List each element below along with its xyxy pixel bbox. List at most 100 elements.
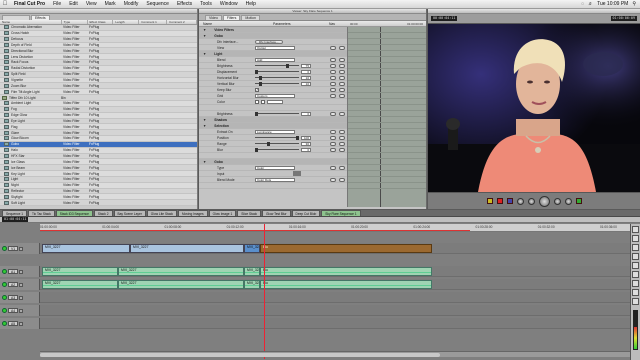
col-comment-2[interactable]: Comment 2	[167, 20, 197, 24]
param-checkbox[interactable]: ✓	[255, 87, 259, 92]
keyframe-button[interactable]	[339, 93, 345, 98]
audio-clip[interactable]: Blu	[260, 267, 432, 276]
track-visibility-icon[interactable]	[2, 282, 7, 287]
audio-clip[interactable]: Blu	[260, 280, 432, 289]
insert-button[interactable]	[496, 198, 503, 204]
param-dropdown[interactable]: Color	[255, 165, 295, 170]
color-swatch[interactable]	[267, 99, 283, 104]
reset-button[interactable]	[330, 45, 336, 50]
keyframe-button[interactable]	[339, 45, 345, 50]
slider-thumb[interactable]	[259, 81, 263, 86]
audio-clip[interactable]: MVI_3227	[42, 280, 118, 289]
track-select-tool-icon[interactable]	[632, 244, 639, 251]
reset-button[interactable]	[330, 57, 336, 62]
slider-thumb[interactable]	[255, 147, 258, 152]
menu-tools[interactable]: Tools	[196, 1, 216, 7]
sequence-tab[interactable]: Stack ID3 Sequence	[55, 210, 93, 216]
keyframe-button[interactable]	[339, 57, 345, 62]
reset-button[interactable]	[330, 141, 336, 146]
menu-view[interactable]: View	[82, 1, 101, 7]
param-slider[interactable]	[255, 81, 299, 86]
track-name[interactable]: A3	[8, 295, 19, 300]
param-dropdown[interactable]: Color Dots	[255, 177, 295, 182]
razor-tool-icon[interactable]	[632, 271, 639, 278]
param-value-field[interactable]: 10	[301, 81, 311, 86]
param-slider[interactable]	[255, 63, 299, 68]
menu-window[interactable]: Window	[216, 1, 242, 7]
param-value-field[interactable]: 75	[301, 63, 311, 68]
menu-effects[interactable]: Effects	[173, 1, 196, 7]
audio-clip[interactable]: MVI_3227	[244, 280, 260, 289]
sequence-tab[interactable]: Glow Test Blur	[262, 210, 291, 216]
sequence-tab[interactable]: Bay Scene Layer	[113, 210, 146, 216]
param-slider[interactable]	[255, 75, 299, 80]
tab-filters[interactable]: Filters	[222, 15, 241, 20]
timeline-current-timecode[interactable]: 01:00:04:11	[2, 217, 29, 222]
selection-tool-icon[interactable]	[632, 226, 639, 233]
edit-select-tool-icon[interactable]	[632, 235, 639, 242]
track-name[interactable]: A1	[8, 269, 19, 274]
slider-thumb[interactable]	[296, 135, 299, 140]
reset-button[interactable]	[330, 87, 336, 92]
timeline-playhead[interactable]	[264, 224, 265, 359]
col-comment-1[interactable]: Comment 1	[139, 20, 168, 24]
track-lock-icon[interactable]	[19, 308, 24, 313]
keyframe-button[interactable]	[339, 81, 345, 86]
play-around-button[interactable]	[553, 197, 561, 205]
keyframe-button[interactable]	[339, 111, 345, 116]
track-visibility-icon[interactable]	[2, 295, 7, 300]
reset-button[interactable]	[330, 81, 336, 86]
keyframe-button[interactable]	[339, 87, 345, 92]
canvas-video-frame[interactable]	[428, 24, 640, 192]
track-lock-icon[interactable]	[19, 295, 24, 300]
play-in-out-button[interactable]	[527, 197, 535, 205]
apple-icon[interactable]: 	[0, 1, 10, 7]
keyframe-playhead[interactable]	[380, 27, 381, 207]
track-visibility-icon[interactable]	[2, 308, 7, 313]
crop-tool-icon[interactable]	[632, 289, 639, 296]
sequence-tab[interactable]: Stack 2	[93, 210, 113, 216]
menu-help[interactable]: Help	[242, 1, 260, 7]
play-button[interactable]	[538, 195, 550, 207]
timeline-scrollbar[interactable]	[40, 351, 630, 357]
keyframe-button[interactable]	[339, 141, 345, 146]
menu-app-name[interactable]: Final Cut Pro	[10, 1, 49, 7]
dfx-interface-button[interactable]: Dfx Interface...	[255, 39, 283, 44]
effect-list-item[interactable]: Soft Light Video Filter FxPlug	[0, 200, 197, 207]
tab-video[interactable]: Video	[205, 15, 222, 20]
keyframe-button[interactable]	[339, 75, 345, 80]
next-edit-button[interactable]	[564, 197, 572, 205]
col-name[interactable]: Name	[0, 20, 62, 24]
track-lock-icon[interactable]	[19, 282, 24, 287]
canvas-current-timecode[interactable]: 01:00:06:09	[610, 16, 637, 21]
slider-thumb[interactable]	[285, 63, 289, 68]
keyframe-button[interactable]	[339, 129, 345, 134]
param-dropdown[interactable]: Luminance	[255, 129, 295, 134]
param-dropdown[interactable]: Add	[255, 57, 295, 62]
col-length[interactable]: Length	[113, 20, 140, 24]
track-visibility-icon[interactable]	[2, 321, 7, 326]
pen-tool-icon[interactable]	[632, 298, 639, 305]
audio-clip[interactable]: MVI_3227	[244, 267, 260, 276]
param-slider[interactable]	[255, 135, 299, 140]
image-well[interactable]	[293, 171, 301, 176]
track-lock-icon[interactable]	[19, 269, 24, 274]
timeline-scroll-thumb[interactable]	[40, 353, 440, 357]
keyframe-button[interactable]	[339, 135, 345, 140]
reset-button[interactable]	[330, 69, 336, 74]
reset-button[interactable]	[330, 147, 336, 152]
slider-thumb[interactable]	[255, 69, 258, 74]
reset-button[interactable]	[330, 93, 336, 98]
menu-edit[interactable]: Edit	[65, 1, 82, 7]
param-value-field[interactable]: 0	[301, 111, 311, 116]
menu-modify[interactable]: Modify	[120, 1, 143, 7]
param-dropdown[interactable]: Output	[255, 45, 295, 50]
sequence-tab[interactable]: Tic Tac Stack	[28, 210, 55, 216]
roll-tool-icon[interactable]	[632, 253, 639, 260]
video-clip[interactable]: MVI_3227	[130, 244, 244, 253]
menu-file[interactable]: File	[49, 1, 65, 7]
keyframe-button[interactable]	[339, 165, 345, 170]
col-effect-class[interactable]: Effect Class	[88, 20, 114, 24]
video-clip[interactable]: MVI_3227	[42, 244, 130, 253]
track-visibility-icon[interactable]	[2, 246, 7, 251]
